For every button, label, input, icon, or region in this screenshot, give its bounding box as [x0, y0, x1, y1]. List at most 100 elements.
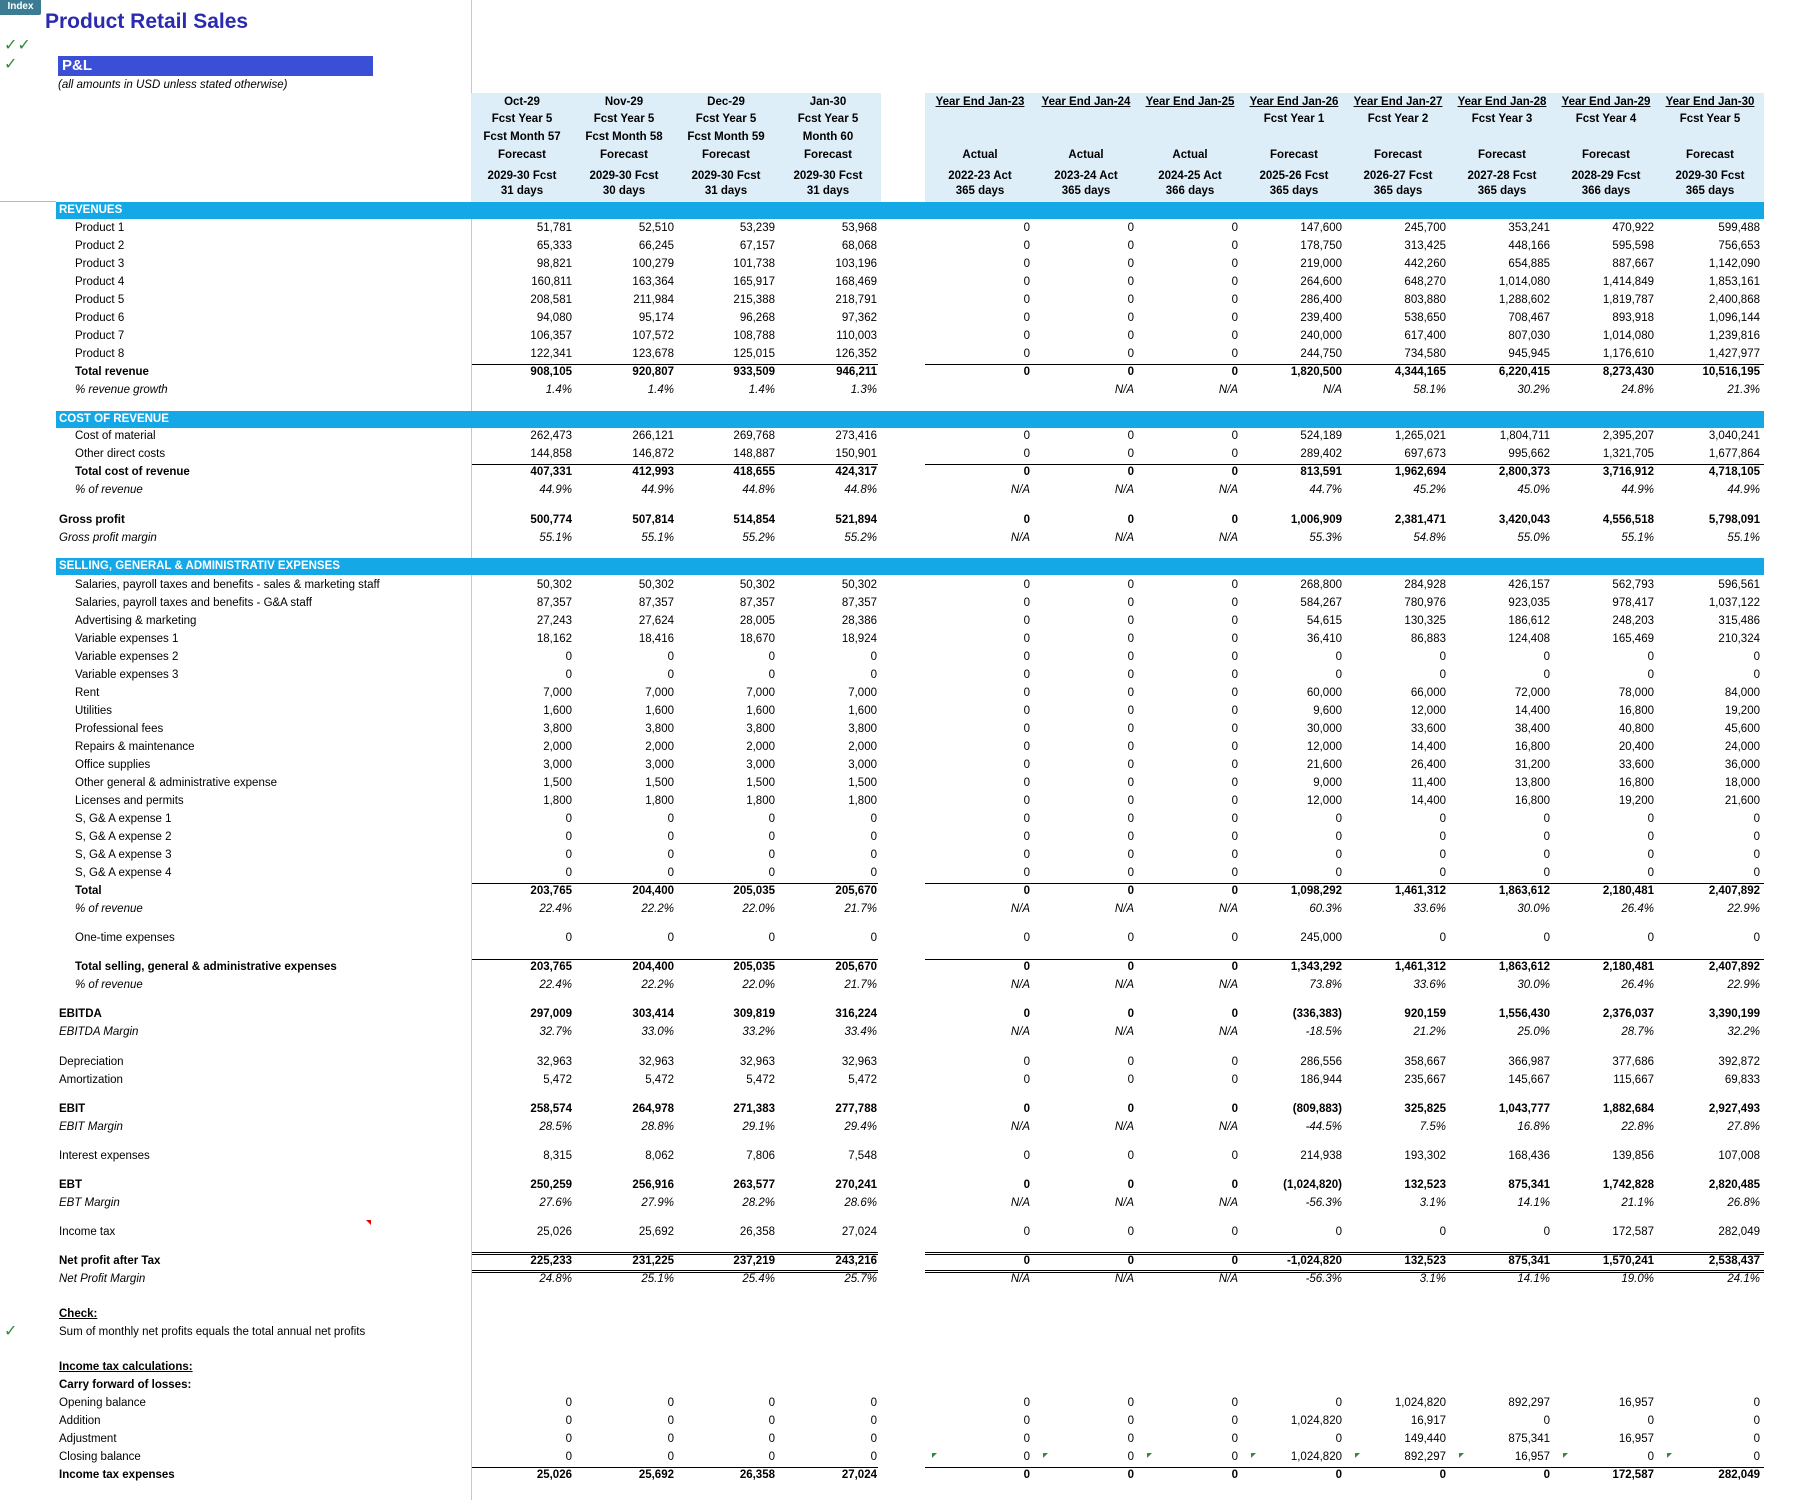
- cell-value[interactable]: N/A: [930, 532, 1030, 544]
- cell-value[interactable]: 0: [1450, 932, 1550, 944]
- cell-value[interactable]: 0: [1138, 849, 1238, 861]
- cell-value[interactable]: N/A: [1034, 1273, 1134, 1285]
- cell-value[interactable]: 16,917: [1346, 1415, 1446, 1427]
- row-label[interactable]: Office supplies: [75, 759, 150, 771]
- cell-value[interactable]: 0: [1138, 276, 1238, 288]
- cell-value[interactable]: 366,987: [1450, 1056, 1550, 1068]
- cell-value[interactable]: 562,793: [1554, 579, 1654, 591]
- cell-value[interactable]: (1,024,820): [1242, 1179, 1342, 1191]
- row-label[interactable]: Utilities: [75, 705, 112, 717]
- cell-value[interactable]: 44.7%: [1242, 484, 1342, 496]
- cell-value[interactable]: 0: [1034, 932, 1134, 944]
- cell-value[interactable]: 0: [1034, 276, 1134, 288]
- cell-value[interactable]: N/A: [1034, 384, 1134, 396]
- cell-value[interactable]: 13,800: [1450, 777, 1550, 789]
- cell-value[interactable]: 16,957: [1450, 1451, 1550, 1463]
- cell-value[interactable]: 65,333: [472, 240, 572, 252]
- cell-value[interactable]: 132,523: [1346, 1255, 1446, 1267]
- cell-value[interactable]: 282,049: [1660, 1469, 1760, 1481]
- cell-value[interactable]: 25.1%: [574, 1273, 674, 1285]
- cell-value[interactable]: 25,692: [574, 1469, 674, 1481]
- cell-value[interactable]: 0: [1138, 258, 1238, 270]
- row-label[interactable]: Product 3: [75, 258, 124, 270]
- cell-value[interactable]: 126,352: [777, 348, 877, 360]
- cell-value[interactable]: 9,000: [1242, 777, 1342, 789]
- cell-value[interactable]: 1,098,292: [1242, 885, 1342, 897]
- cell-value[interactable]: 0: [1034, 867, 1134, 879]
- cell-value[interactable]: 1,819,787: [1554, 294, 1654, 306]
- cell-value[interactable]: 1,962,694: [1346, 466, 1446, 478]
- row-label[interactable]: Income tax: [59, 1226, 115, 1238]
- cell-value[interactable]: 1,461,312: [1346, 961, 1446, 973]
- cell-value[interactable]: 21.1%: [1554, 1197, 1654, 1209]
- cell-value[interactable]: 0: [930, 430, 1030, 442]
- cell-value[interactable]: 0: [574, 867, 674, 879]
- cell-value[interactable]: 0: [1660, 1415, 1760, 1427]
- row-label[interactable]: Other direct costs: [75, 448, 165, 460]
- cell-value[interactable]: 0: [1034, 222, 1134, 234]
- cell-value[interactable]: 1,239,816: [1660, 330, 1760, 342]
- cell-value[interactable]: 0: [930, 741, 1030, 753]
- cell-value[interactable]: 1,800: [574, 795, 674, 807]
- row-label[interactable]: Product 6: [75, 312, 124, 324]
- cell-value[interactable]: 0: [1554, 1415, 1654, 1427]
- cell-value[interactable]: 30.0%: [1450, 903, 1550, 915]
- cell-value[interactable]: 442,260: [1346, 258, 1446, 270]
- cell-value[interactable]: N/A: [930, 1026, 1030, 1038]
- cell-value[interactable]: 25.7%: [777, 1273, 877, 1285]
- cell-value[interactable]: 0: [574, 831, 674, 843]
- cell-value[interactable]: N/A: [930, 1121, 1030, 1133]
- cell-value[interactable]: 27,624: [574, 615, 674, 627]
- cell-value[interactable]: 0: [1034, 723, 1134, 735]
- cell-value[interactable]: 266,121: [574, 430, 674, 442]
- row-label[interactable]: Total selling, general & administrative …: [75, 961, 337, 973]
- cell-value[interactable]: 44.9%: [574, 484, 674, 496]
- cell-value[interactable]: 0: [777, 1433, 877, 1445]
- cell-value[interactable]: 353,241: [1450, 222, 1550, 234]
- cell-value[interactable]: 204,400: [574, 885, 674, 897]
- cell-value[interactable]: 1,556,430: [1450, 1008, 1550, 1020]
- cell-value[interactable]: 1.3%: [777, 384, 877, 396]
- cell-value[interactable]: 0: [1242, 1397, 1342, 1409]
- cell-value[interactable]: 0: [1554, 813, 1654, 825]
- row-label[interactable]: EBIT: [59, 1103, 85, 1115]
- cell-value[interactable]: 7.5%: [1346, 1121, 1446, 1133]
- cell-value[interactable]: 205,670: [777, 961, 877, 973]
- row-label[interactable]: Rent: [75, 687, 99, 699]
- cell-value[interactable]: 84,000: [1660, 687, 1760, 699]
- cell-value[interactable]: 54.8%: [1346, 532, 1446, 544]
- cell-value[interactable]: 172,587: [1554, 1469, 1654, 1481]
- cell-value[interactable]: 66,245: [574, 240, 674, 252]
- cell-value[interactable]: 0: [930, 1415, 1030, 1427]
- cell-value[interactable]: 448,166: [1450, 240, 1550, 252]
- cell-value[interactable]: 584,267: [1242, 597, 1342, 609]
- cell-value[interactable]: 32.2%: [1660, 1026, 1760, 1038]
- cell-value[interactable]: 0: [1138, 705, 1238, 717]
- cell-value[interactable]: 0: [472, 1433, 572, 1445]
- cell-value[interactable]: 33,600: [1346, 723, 1446, 735]
- cell-value[interactable]: 211,984: [574, 294, 674, 306]
- cell-value[interactable]: 55.1%: [574, 532, 674, 544]
- cell-value[interactable]: 734,580: [1346, 348, 1446, 360]
- cell-value[interactable]: 0: [1034, 258, 1134, 270]
- cell-value[interactable]: 2,381,471: [1346, 514, 1446, 526]
- cell-value[interactable]: 12,000: [1346, 705, 1446, 717]
- cell-value[interactable]: N/A: [1138, 1197, 1238, 1209]
- cell-value[interactable]: 9,600: [1242, 705, 1342, 717]
- cell-value[interactable]: 0: [675, 849, 775, 861]
- row-label[interactable]: Professional fees: [75, 723, 163, 735]
- cell-value[interactable]: 923,035: [1450, 597, 1550, 609]
- cell-value[interactable]: 0: [930, 687, 1030, 699]
- cell-value[interactable]: 0: [675, 867, 775, 879]
- cell-value[interactable]: 0: [1138, 1056, 1238, 1068]
- cell-value[interactable]: 0: [930, 885, 1030, 897]
- cell-value[interactable]: 7,548: [777, 1150, 877, 1162]
- cell-value[interactable]: 204,400: [574, 961, 674, 973]
- cell-value[interactable]: 0: [574, 1397, 674, 1409]
- cell-value[interactable]: 208,581: [472, 294, 572, 306]
- cell-value[interactable]: 186,944: [1242, 1074, 1342, 1086]
- row-label[interactable]: Carry forward of losses:: [59, 1379, 191, 1391]
- cell-value[interactable]: 148,887: [675, 448, 775, 460]
- cell-value[interactable]: 4,344,165: [1346, 366, 1446, 378]
- cell-value[interactable]: 0: [675, 813, 775, 825]
